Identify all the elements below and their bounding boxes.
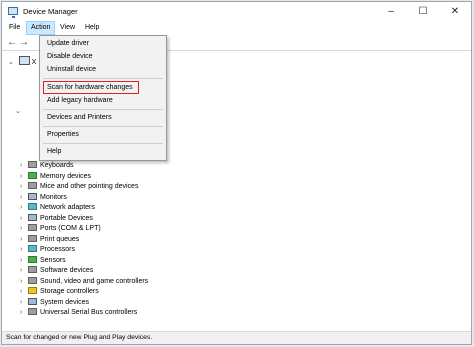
chevron-right-icon[interactable]: ›: [20, 287, 28, 297]
tree-node-label: Portable Devices: [40, 214, 93, 222]
processor-icon: [28, 245, 37, 252]
computer-icon: [18, 56, 30, 65]
tree-node-memory-devices[interactable]: › Memory devices: [20, 171, 91, 182]
tree-node-label: Mice and other pointing devices: [40, 183, 139, 190]
chevron-right-icon[interactable]: ›: [20, 161, 28, 171]
status-text: Scan for changed or new Plug and Play de…: [6, 334, 153, 341]
tree-node-label: Universal Serial Bus controllers: [40, 309, 138, 316]
device-manager-icon: [8, 7, 18, 18]
tree-node-label: System devices: [40, 298, 90, 306]
tree-node-network-adapters[interactable]: › Network adapters: [20, 203, 95, 213]
tree-node-print-queues[interactable]: › Print queues: [20, 234, 80, 245]
menu-item-scan-hardware[interactable]: Scan for hardware changes: [47, 83, 133, 93]
chevron-right-icon[interactable]: ›: [20, 308, 28, 318]
menu-item-properties[interactable]: Properties: [47, 130, 79, 140]
mouse-icon: [28, 182, 37, 189]
storage-icon: [28, 287, 37, 294]
chevron-right-icon[interactable]: ›: [20, 182, 28, 192]
software-device-icon: [28, 266, 37, 273]
menu-separator: [43, 109, 163, 110]
menu-item-devices-printers[interactable]: Devices and Printers: [47, 113, 112, 123]
tree-node-label: Sound, video and game controllers: [40, 277, 149, 285]
menu-item-help[interactable]: Help: [47, 147, 61, 157]
tree-node-label: Sensors: [40, 256, 66, 264]
chevron-right-icon[interactable]: ›: [20, 172, 28, 182]
tree-root[interactable]: ⌄ X: [8, 56, 36, 66]
title-bar: Device Manager – ☐ ✕: [2, 2, 471, 21]
tree-node-monitors[interactable]: › Monitors: [20, 192, 67, 203]
menu-item-disable-device[interactable]: Disable device: [47, 52, 93, 62]
keyboard-icon: [28, 161, 37, 168]
minimize-icon[interactable]: –: [375, 2, 407, 21]
tree-node-label: Storage controllers: [40, 288, 99, 295]
menu-item-uninstall-device[interactable]: Uninstall device: [47, 65, 96, 75]
menu-separator: [43, 143, 163, 144]
sensor-icon: [28, 255, 37, 263]
menu-item-add-legacy-hardware[interactable]: Add legacy hardware: [47, 96, 113, 106]
action-menu-dropdown: Update driver Disable device Uninstall d…: [39, 35, 167, 161]
close-icon[interactable]: ✕: [439, 2, 471, 21]
usb-icon: [28, 308, 37, 315]
memory-icon: [28, 171, 37, 179]
system-device-icon: [28, 297, 37, 305]
maximize-icon[interactable]: ☐: [407, 2, 439, 21]
chevron-right-icon[interactable]: ›: [20, 193, 28, 203]
chevron-down-icon[interactable]: ⌄: [8, 59, 14, 66]
forward-arrow-icon[interactable]: →: [19, 37, 29, 48]
tree-node-label: Memory devices: [40, 172, 91, 180]
chevron-right-icon[interactable]: ›: [20, 277, 28, 287]
speaker-icon: [28, 276, 37, 284]
device-manager-window: Device Manager – ☐ ✕ File Action View He…: [1, 1, 472, 345]
menu-separator: [43, 78, 163, 79]
status-bar: Scan for changed or new Plug and Play de…: [2, 331, 471, 344]
tree-node-label: Network adapters: [40, 204, 95, 211]
tree-node-software-devices[interactable]: › Software devices: [20, 266, 93, 276]
chevron-right-icon[interactable]: ›: [20, 298, 28, 308]
back-arrow-icon[interactable]: ←: [7, 37, 17, 48]
tree-node-label: Ports (COM & LPT): [40, 225, 101, 232]
chevron-down-icon[interactable]: ⌄: [15, 107, 21, 115]
tree-node-sound-video[interactable]: › Sound, video and game controllers: [20, 276, 149, 287]
menu-action[interactable]: Action: [26, 21, 56, 35]
tree-node-keyboards[interactable]: › Keyboards: [20, 161, 73, 171]
menu-help[interactable]: Help: [81, 21, 103, 35]
tree-root-label: X: [31, 59, 37, 66]
chevron-right-icon[interactable]: ›: [20, 256, 28, 266]
window-title: Device Manager: [23, 7, 78, 16]
tree-node-portable-devices[interactable]: › Portable Devices: [20, 213, 93, 224]
tree-node-sensors[interactable]: › Sensors: [20, 255, 66, 266]
menu-file[interactable]: File: [5, 21, 24, 35]
chevron-right-icon[interactable]: ›: [20, 245, 28, 255]
menu-bar: File Action View Help: [2, 21, 471, 35]
tree-node-processors[interactable]: › Processors: [20, 245, 75, 255]
chevron-right-icon[interactable]: ›: [20, 214, 28, 224]
chevron-right-icon[interactable]: ›: [20, 235, 28, 245]
monitor-icon: [28, 192, 37, 200]
tree-node-label: Print queues: [40, 235, 80, 243]
tree-node-storage-controllers[interactable]: › Storage controllers: [20, 287, 99, 297]
menu-item-update-driver[interactable]: Update driver: [47, 39, 89, 49]
printer-icon: [28, 234, 37, 242]
chevron-right-icon[interactable]: ›: [20, 203, 28, 213]
port-icon: [28, 224, 37, 231]
network-icon: [28, 203, 37, 210]
tree-node-label: Software devices: [40, 267, 94, 274]
tree-node-label: Monitors: [40, 193, 67, 201]
tree-node-label: Keyboards: [40, 162, 74, 169]
tree-node-system-devices[interactable]: › System devices: [20, 297, 90, 308]
portable-device-icon: [28, 213, 37, 221]
menu-separator: [43, 126, 163, 127]
chevron-right-icon[interactable]: ›: [20, 224, 28, 234]
tree-node-ports[interactable]: › Ports (COM & LPT): [20, 224, 101, 234]
tree-node-mice[interactable]: › Mice and other pointing devices: [20, 182, 138, 192]
chevron-right-icon[interactable]: ›: [20, 266, 28, 276]
menu-view[interactable]: View: [56, 21, 79, 35]
tree-node-label: Processors: [40, 246, 76, 253]
tree-node-usb-controllers[interactable]: › Universal Serial Bus controllers: [20, 308, 137, 318]
